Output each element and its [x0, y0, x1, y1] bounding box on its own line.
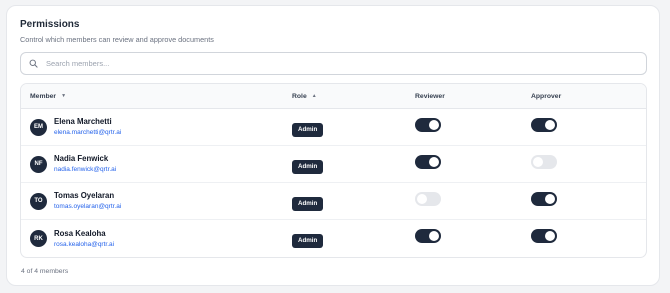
member-name: Rosa Kealoha — [54, 228, 106, 238]
avatar: RK — [30, 230, 47, 247]
page-subtitle: Control which members can review and app… — [20, 35, 214, 44]
permissions-card: Permissions Control which members can re… — [6, 5, 660, 286]
approver-cell — [531, 229, 646, 248]
member-email-link[interactable]: tomas.oyelaran@qrtr.ai — [54, 202, 121, 211]
role-badge[interactable]: Admin — [292, 122, 324, 137]
member-email-link[interactable]: rosa.kealoha@qrtr.ai — [54, 240, 114, 249]
member-count: 4 of 4 members — [21, 268, 69, 275]
avatar: EM — [30, 118, 47, 136]
avatar: TO — [30, 192, 47, 210]
role-cell: Admin — [292, 155, 415, 174]
member-info: Elena Marchetti elena.marchetti@qrtr.ai — [54, 117, 121, 137]
reviewer-toggle[interactable] — [415, 154, 441, 169]
reviewer-cell — [415, 154, 531, 174]
toggle-knob — [533, 156, 543, 167]
column-reviewer: Reviewer — [415, 92, 445, 100]
approver-cell — [531, 154, 646, 174]
member-info: Tomas Oyelaran tomas.oyelaran@qrtr.ai — [54, 191, 121, 211]
approver-toggle[interactable] — [531, 154, 557, 169]
search-icon — [29, 59, 38, 68]
role-cell: Admin — [292, 118, 415, 137]
member-info: Nadia Fenwick nadia.fenwick@qrtr.ai — [54, 154, 116, 174]
toggle-knob — [429, 119, 439, 130]
member-name: Nadia Fenwick — [54, 154, 109, 163]
page-title: Permissions — [20, 19, 80, 30]
role-cell: Admin — [292, 229, 415, 248]
toggle-knob — [545, 119, 555, 130]
member-cell: EM Elena Marchetti elena.marchetti@qrtr.ai — [21, 117, 292, 137]
sort-caret-icon[interactable]: ▲ — [312, 93, 317, 99]
approver-cell — [531, 117, 646, 137]
toggle-knob — [429, 156, 439, 167]
table-row: RK Rosa Kealoha rosa.kealoha@qrtr.ai Admin — [21, 220, 646, 257]
reviewer-toggle[interactable] — [415, 117, 441, 132]
role-cell: Admin — [292, 192, 415, 211]
toggle-knob — [545, 193, 555, 204]
column-member-label: Member — [30, 92, 57, 100]
table-row: NF Nadia Fenwick nadia.fenwick@qrtr.ai Admi… — [21, 146, 646, 183]
table-body: EM Elena Marchetti elena.marchetti@qrtr.ai… — [21, 109, 646, 257]
reviewer-cell — [415, 229, 531, 248]
table-row: EM Elena Marchetti elena.marchetti@qrtr.ai… — [21, 109, 646, 146]
role-badge[interactable]: Admin — [292, 196, 324, 211]
toggle-knob — [417, 193, 427, 204]
member-email-link[interactable]: elena.marchetti@qrtr.ai — [54, 128, 121, 137]
column-member[interactable]: Member ▼ — [21, 93, 292, 100]
member-name: Tomas Oyelaran — [54, 191, 115, 200]
toggle-knob — [545, 231, 555, 241]
column-role[interactable]: Role ▲ — [292, 93, 415, 100]
reviewer-cell — [415, 117, 531, 137]
column-approver: Approver — [531, 92, 562, 100]
role-badge[interactable]: Admin — [292, 159, 324, 174]
sort-caret-icon[interactable]: ▼ — [61, 93, 66, 99]
reviewer-cell — [415, 191, 531, 211]
approver-cell — [531, 191, 646, 211]
reviewer-toggle[interactable] — [415, 191, 441, 206]
approver-toggle[interactable] — [531, 191, 557, 206]
avatar: NF — [30, 155, 47, 173]
column-role-label: Role — [292, 92, 307, 100]
search-box[interactable] — [20, 52, 647, 75]
approver-toggle[interactable] — [531, 117, 557, 132]
approver-toggle[interactable] — [531, 229, 557, 243]
role-badge[interactable]: Admin — [292, 234, 324, 248]
member-name: Elena Marchetti — [54, 117, 112, 126]
member-cell: TO Tomas Oyelaran tomas.oyelaran@qrtr.ai — [21, 191, 292, 211]
member-cell: RK Rosa Kealoha rosa.kealoha@qrtr.ai — [21, 229, 292, 249]
members-table: Member ▼ Role ▲ Reviewer Approver EM Elen… — [20, 83, 647, 258]
member-info: Rosa Kealoha rosa.kealoha@qrtr.ai — [54, 229, 114, 249]
toggle-knob — [429, 231, 439, 241]
reviewer-toggle[interactable] — [415, 229, 441, 243]
table-header: Member ▼ Role ▲ Reviewer Approver — [21, 84, 646, 109]
search-input[interactable] — [46, 59, 606, 68]
table-row: TO Tomas Oyelaran tomas.oyelaran@qrtr.ai Ad… — [21, 183, 646, 220]
member-email-link[interactable]: nadia.fenwick@qrtr.ai — [54, 165, 116, 174]
member-cell: NF Nadia Fenwick nadia.fenwick@qrtr.ai — [21, 154, 292, 174]
